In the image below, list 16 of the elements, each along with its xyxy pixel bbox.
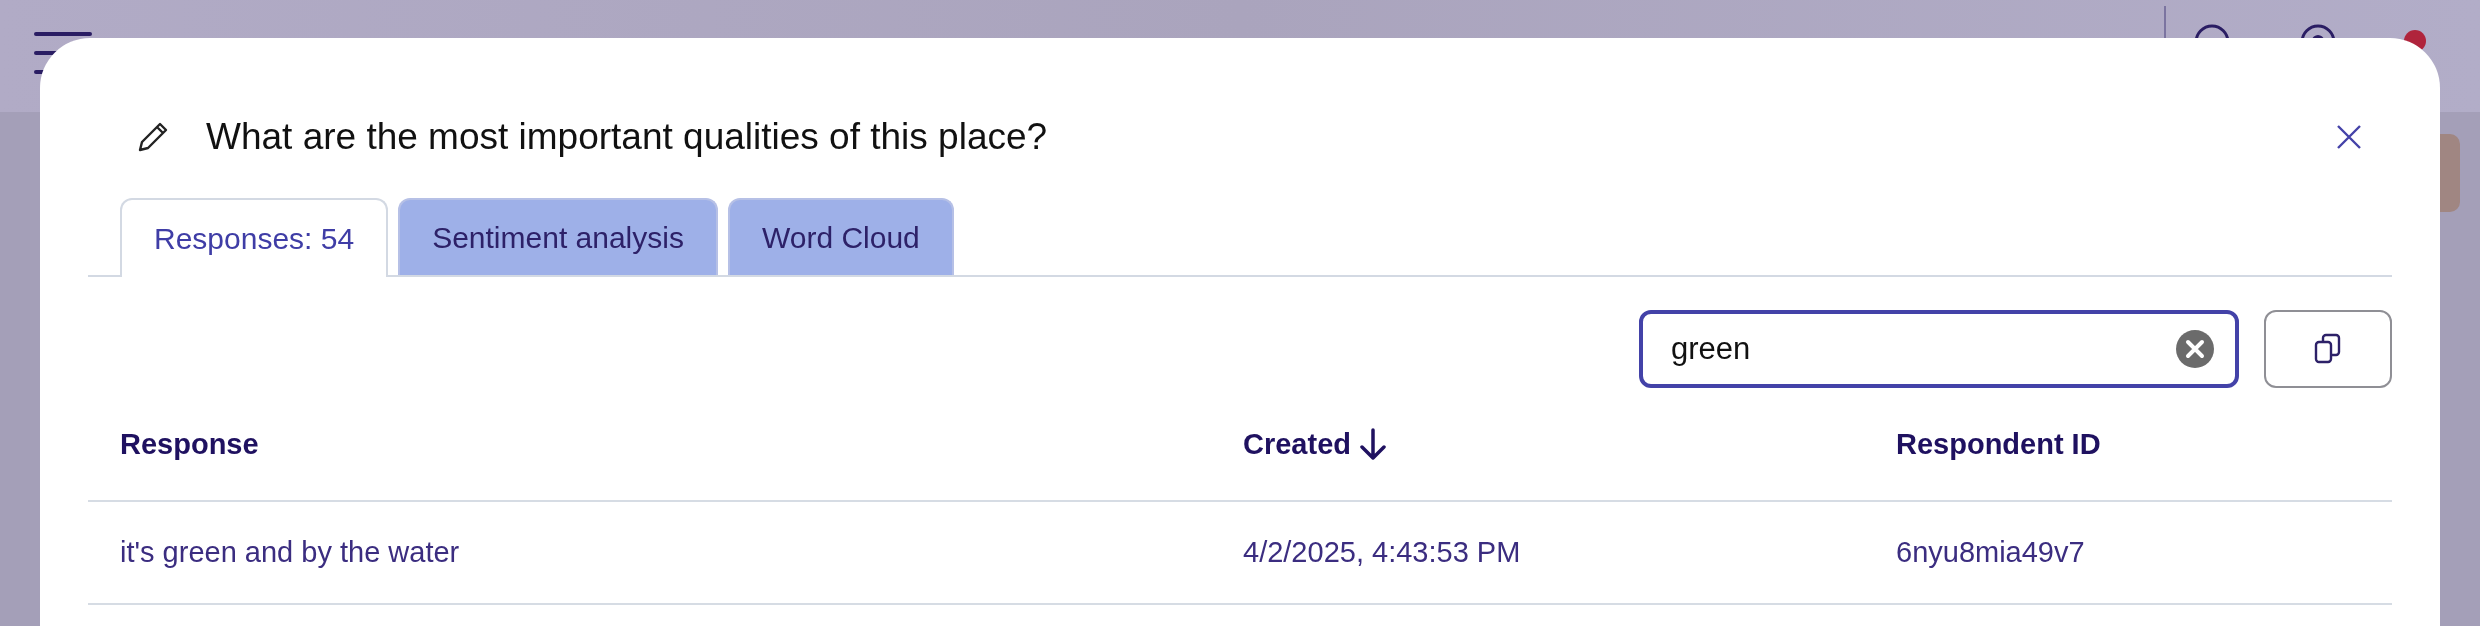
clear-icon[interactable] xyxy=(2175,329,2215,369)
table-cell: 6nyu8mia49v7 xyxy=(1896,536,2085,568)
column-header[interactable]: Created xyxy=(1243,427,1351,461)
close-icon[interactable] xyxy=(2336,124,2362,150)
copy-icon xyxy=(2314,333,2342,365)
tab[interactable]: Sentiment analysis xyxy=(398,198,718,275)
tab[interactable]: Word Cloud xyxy=(727,198,954,275)
column-header[interactable]: Respondent ID xyxy=(1896,427,2101,461)
pencil-icon[interactable] xyxy=(136,120,170,154)
modal-title: What are the most important qualities of this place? xyxy=(206,116,1049,158)
table-cell: 4/2/2025, 4:43:53 PM xyxy=(1243,536,1521,568)
tab[interactable]: Responses: 54 xyxy=(120,198,389,277)
copy-button[interactable] xyxy=(2264,310,2392,388)
table-cell: it's green and by the water xyxy=(120,536,460,568)
column-header[interactable]: Response xyxy=(120,427,259,461)
search-field[interactable]: green xyxy=(1639,310,2239,388)
